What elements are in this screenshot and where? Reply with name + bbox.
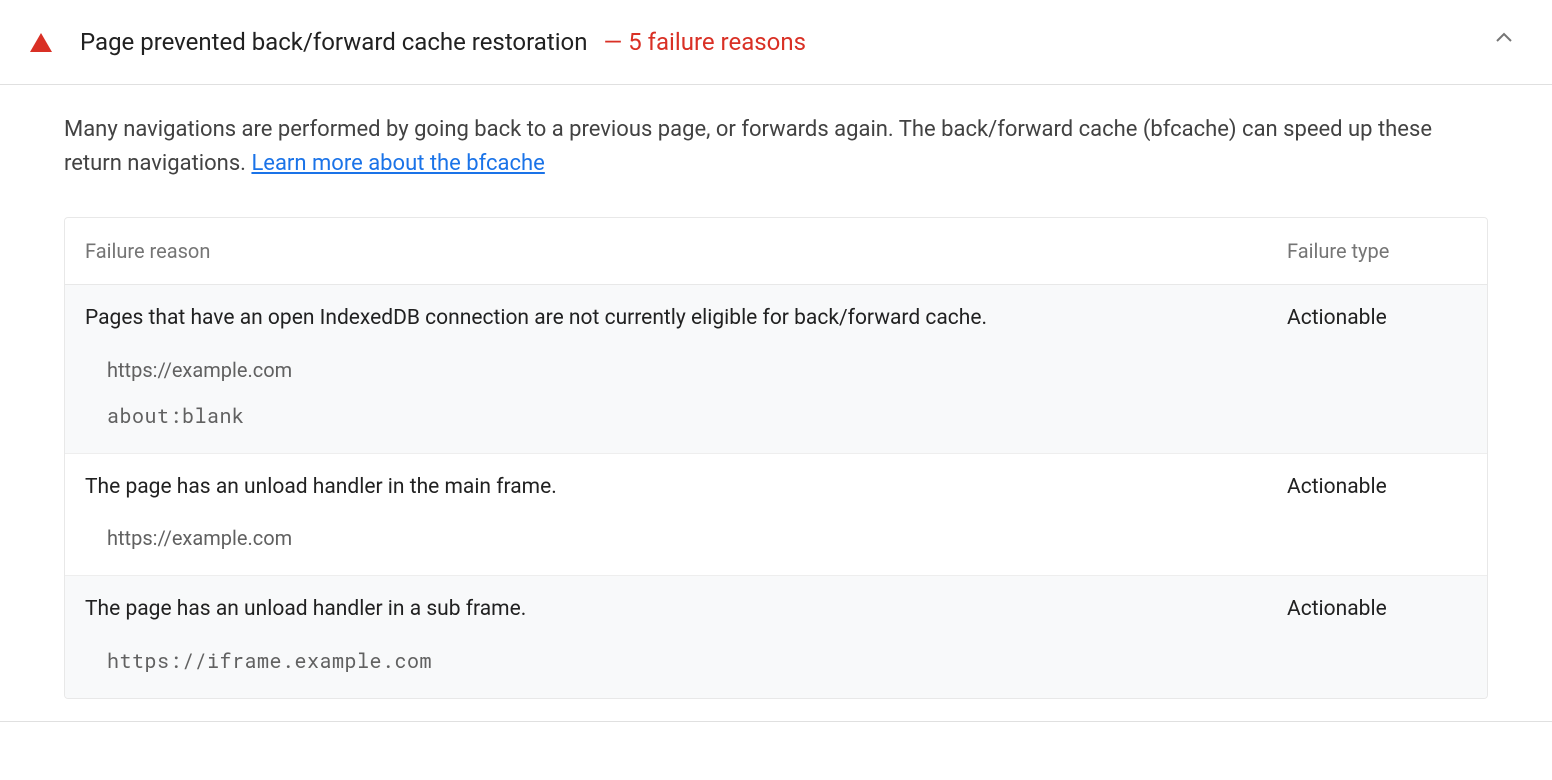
failure-urls: https://example.com about:blank — [85, 355, 1467, 431]
col-header-reason: Failure reason — [85, 236, 1287, 266]
footer-divider — [0, 721, 1552, 722]
audit-panel: Page prevented back/forward cache restor… — [0, 0, 1552, 722]
table-row: Pages that have an open IndexedDB connec… — [65, 285, 1487, 454]
audit-header[interactable]: Page prevented back/forward cache restor… — [0, 0, 1552, 85]
failure-url: https://iframe.example.com — [107, 646, 1467, 676]
learn-more-link[interactable]: Learn more about the bfcache — [251, 151, 544, 176]
chevron-up-icon[interactable] — [1492, 26, 1522, 58]
failure-url: https://example.com — [107, 355, 1467, 385]
summary-dash: — — [603, 28, 622, 56]
summary-text: 5 failure reasons — [628, 28, 806, 56]
row-top: The page has an unload handler in the ma… — [85, 472, 1467, 504]
failure-type: Actionable — [1287, 303, 1467, 335]
failure-url: about:blank — [107, 401, 1467, 431]
failure-type: Actionable — [1287, 594, 1467, 626]
failure-reason: The page has an unload handler in the ma… — [85, 472, 1287, 504]
col-header-type: Failure type — [1287, 236, 1467, 266]
table-row: The page has an unload handler in the ma… — [65, 454, 1487, 577]
table-body: Pages that have an open IndexedDB connec… — [65, 285, 1487, 698]
table-header: Failure reason Failure type — [65, 218, 1487, 285]
audit-summary: —5 failure reasons — [603, 24, 806, 60]
failure-urls: https://example.com — [85, 523, 1467, 553]
audit-body: Many navigations are performed by going … — [0, 85, 1552, 699]
audit-title: Page prevented back/forward cache restor… — [80, 24, 587, 60]
row-top: The page has an unload handler in a sub … — [85, 594, 1467, 626]
failure-table: Failure reason Failure type Pages that h… — [64, 217, 1488, 699]
failure-reason: The page has an unload handler in a sub … — [85, 594, 1287, 626]
failure-url: https://example.com — [107, 523, 1467, 553]
failure-urls: https://iframe.example.com — [85, 646, 1467, 676]
failure-reason: Pages that have an open IndexedDB connec… — [85, 303, 1287, 335]
fail-triangle-icon — [30, 33, 52, 52]
table-row: The page has an unload handler in a sub … — [65, 576, 1487, 698]
row-top: Pages that have an open IndexedDB connec… — [85, 303, 1467, 335]
audit-description: Many navigations are performed by going … — [64, 113, 1488, 181]
failure-type: Actionable — [1287, 472, 1467, 504]
